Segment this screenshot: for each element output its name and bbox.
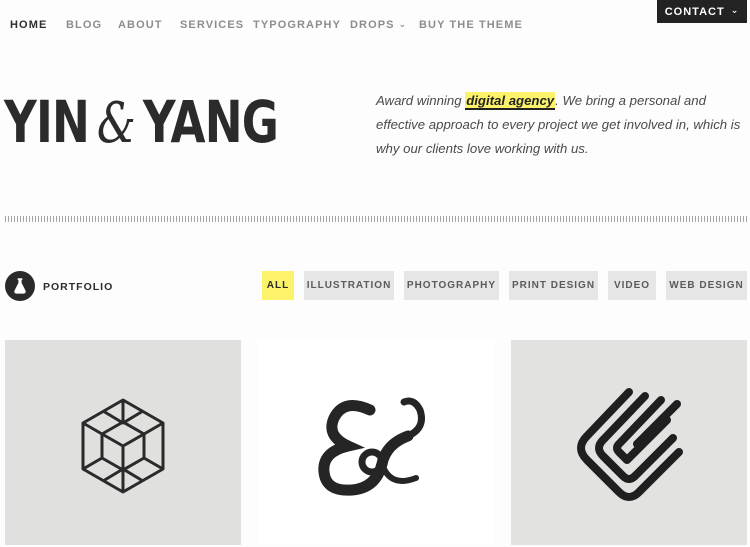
- tagline-intro: Award winning: [376, 93, 466, 108]
- filter-all[interactable]: ALL: [262, 271, 294, 300]
- filter-web-design[interactable]: WEB DESIGN: [666, 271, 747, 300]
- logo-ampersand: &: [96, 91, 136, 156]
- nav-about[interactable]: ABOUT: [118, 19, 163, 31]
- filter-video[interactable]: VIDEO: [608, 271, 656, 300]
- nav-typography[interactable]: TYPOGRAPHY: [253, 19, 341, 31]
- filter-photography[interactable]: PHOTOGRAPHY: [404, 271, 499, 300]
- nav-blog[interactable]: BLOG: [66, 19, 102, 31]
- flask-icon: [5, 271, 35, 301]
- nav-drops[interactable]: DROPS ⌄: [350, 19, 407, 31]
- stripe-diamond-logo-icon: [577, 388, 683, 501]
- portfolio-item-2[interactable]: [258, 340, 494, 545]
- portfolio-item-3[interactable]: [511, 340, 747, 545]
- hero-tagline: Award winning digital agency. We bring a…: [376, 89, 748, 161]
- site-logo[interactable]: YIN & YANG: [4, 88, 279, 156]
- filter-print-design[interactable]: PRINT DESIGN: [509, 271, 598, 300]
- contact-button[interactable]: CONTACT ⌄: [657, 0, 747, 23]
- portfolio-item-1[interactable]: [5, 340, 241, 545]
- ampersand-logo-icon: [318, 397, 425, 496]
- nav-services[interactable]: SERVICES: [180, 19, 244, 31]
- chevron-down-icon: ⌄: [398, 19, 408, 29]
- nav-home[interactable]: HOME: [10, 19, 47, 31]
- main-nav: HOME BLOG ABOUT SERVICES TYPOGRAPHY DROP…: [0, 0, 750, 50]
- chevron-down-icon: ⌄: [730, 5, 740, 15]
- contact-label: CONTACT: [664, 5, 725, 18]
- logo-word-right: YANG: [142, 88, 279, 156]
- logo-word-left: YIN: [4, 88, 90, 156]
- filter-illustration[interactable]: ILLUSTRATION: [304, 271, 394, 300]
- portfolio-label: PORTFOLIO: [43, 281, 114, 293]
- tagline-highlight: digital agency: [465, 92, 556, 110]
- hexagon-cube-logo-icon: [81, 398, 165, 494]
- section-divider: [5, 216, 747, 222]
- nav-buy-the-theme[interactable]: BUY THE THEME: [419, 19, 523, 31]
- nav-drops-label: DROPS: [350, 19, 395, 31]
